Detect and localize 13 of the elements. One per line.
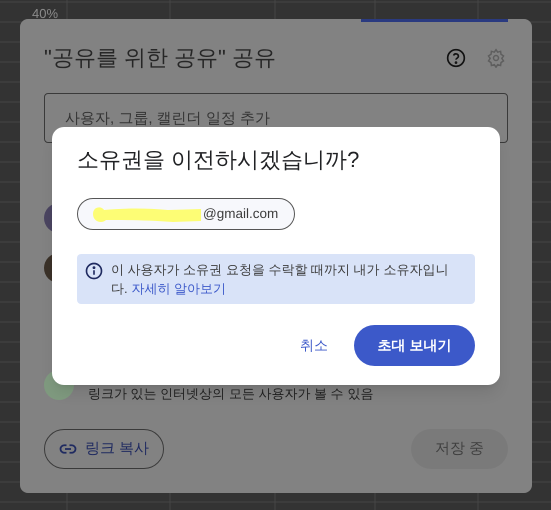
help-icon[interactable]: [446, 48, 466, 68]
cancel-button[interactable]: 취소: [298, 326, 330, 366]
email-text: @gmail.com: [203, 204, 278, 223]
send-invite-button[interactable]: 초대 보내기: [354, 325, 475, 366]
link-access-text: 링크가 있는 인터넷상의 모든 사용자가 볼 수 있음: [88, 385, 374, 403]
copy-link-button[interactable]: 링크 복사: [44, 429, 164, 469]
add-people-field[interactable]: 사용자, 그룹, 캘린더 일정 추가: [44, 93, 508, 143]
info-icon: [85, 262, 103, 280]
dialog-title: "공유를 위한 공유" 공유: [44, 44, 276, 72]
info-text: 이 사용자가 소유권 요청을 수락할 때까지 내가 소유자입니다. 자세히 알아보기: [111, 261, 450, 298]
learn-more-link[interactable]: 자세히 알아보기: [131, 281, 226, 296]
cell-text: 40%: [32, 5, 58, 23]
dialog-title: 소유권을 이전하시겠습니까?: [77, 146, 360, 174]
